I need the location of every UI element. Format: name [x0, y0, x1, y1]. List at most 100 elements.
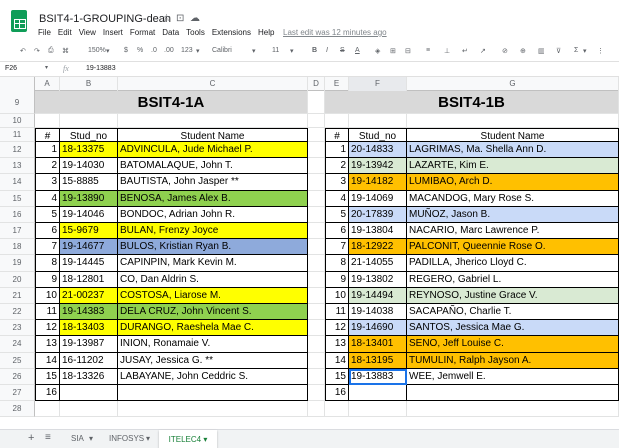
student-number[interactable]: 19-13942: [349, 158, 407, 175]
menu-data[interactable]: Data: [162, 28, 179, 37]
student-name[interactable]: DURANGO, Raeshela Mae C.: [118, 320, 308, 337]
cell[interactable]: [308, 271, 325, 288]
row-number[interactable]: 13: [325, 336, 349, 353]
menu-tools[interactable]: Tools: [186, 28, 205, 37]
student-number[interactable]: 15-9679: [60, 223, 118, 240]
select-all-corner[interactable]: [0, 77, 35, 91]
student-number[interactable]: 19-13802: [349, 271, 407, 288]
student-number[interactable]: 19-14030: [60, 158, 118, 175]
cell[interactable]: [308, 223, 325, 240]
student-name[interactable]: CO, Dan Aldrin S.: [118, 271, 308, 288]
student-name[interactable]: [407, 401, 619, 418]
bold-button[interactable]: B: [312, 47, 317, 54]
student-number[interactable]: 18-13403: [60, 320, 118, 337]
student-number[interactable]: 18-13401: [349, 336, 407, 353]
row-number[interactable]: 7: [325, 239, 349, 256]
student-number[interactable]: 16-11202: [60, 352, 118, 369]
student-name[interactable]: [407, 385, 619, 402]
row-number[interactable]: 10: [325, 287, 349, 304]
cell[interactable]: [308, 114, 325, 128]
font-select[interactable]: Calibri: [212, 47, 232, 54]
filter-icon[interactable]: ⊽: [556, 47, 561, 55]
student-name[interactable]: REYNOSO, Justine Grace V.: [407, 287, 619, 304]
row-number[interactable]: [325, 401, 349, 418]
student-name[interactable]: BENOSA, James Alex B.: [118, 190, 308, 207]
student-name[interactable]: LABAYANE, John Ceddric S.: [118, 368, 308, 385]
row-number[interactable]: 2: [325, 158, 349, 175]
student-name[interactable]: LAGRIMAS, Ma. Shella Ann D.: [407, 142, 619, 159]
sheets-logo-icon[interactable]: [11, 10, 27, 32]
sheet-tab-infosys[interactable]: INFOSYS: [109, 434, 144, 443]
cell[interactable]: [308, 239, 325, 256]
row-number[interactable]: 14: [325, 352, 349, 369]
row-number[interactable]: 3: [35, 174, 60, 191]
menu-help[interactable]: Help: [258, 28, 274, 37]
student-name[interactable]: SACAPAÑO, Charlie T.: [407, 304, 619, 321]
row-number[interactable]: 11: [325, 304, 349, 321]
sheet-tab-sia[interactable]: SIA: [71, 434, 84, 443]
undo-icon[interactable]: ↶: [20, 47, 26, 55]
student-name[interactable]: MACANDOG, Mary Rose S.: [407, 190, 619, 207]
row-number[interactable]: 9: [325, 271, 349, 288]
row-number[interactable]: [35, 401, 60, 418]
cell[interactable]: [308, 91, 325, 114]
student-name[interactable]: WEE, Jemwell E.: [407, 368, 619, 385]
student-number[interactable]: 19-14069: [349, 190, 407, 207]
row-header[interactable]: 21: [0, 287, 35, 304]
student-number[interactable]: [349, 401, 407, 418]
cell[interactable]: [325, 114, 349, 128]
fill-color-icon[interactable]: ◈: [375, 47, 380, 55]
student-number[interactable]: 19-14182: [349, 174, 407, 191]
italic-button[interactable]: I: [326, 47, 328, 54]
row-number[interactable]: 10: [35, 287, 60, 304]
student-name[interactable]: PADILLA, Jherico Lloyd C.: [407, 255, 619, 272]
row-header[interactable]: 12: [0, 142, 35, 159]
student-name[interactable]: BULAN, Frenzy Joyce: [118, 223, 308, 240]
row-header[interactable]: 16: [0, 206, 35, 223]
table-header[interactable]: #: [325, 128, 349, 142]
chart-icon[interactable]: ▥: [538, 47, 545, 55]
table-header[interactable]: #: [35, 128, 60, 142]
row-header[interactable]: 13: [0, 158, 35, 175]
student-name[interactable]: [118, 385, 308, 402]
increase-decimal-button[interactable]: .00: [164, 47, 174, 54]
student-name[interactable]: ADVINCULA, Jude Michael P.: [118, 142, 308, 159]
student-number[interactable]: [60, 401, 118, 418]
row-header[interactable]: 27: [0, 385, 35, 402]
chevron-down-icon[interactable]: ▾: [45, 64, 48, 71]
menu-format[interactable]: Format: [130, 28, 155, 37]
row-number[interactable]: 8: [35, 255, 60, 272]
cell[interactable]: [60, 114, 118, 128]
column-header-c[interactable]: C: [118, 77, 308, 91]
student-name[interactable]: LUMIBAO, Arch D.: [407, 174, 619, 191]
cell[interactable]: [35, 114, 60, 128]
row-header[interactable]: 24: [0, 336, 35, 353]
row-number[interactable]: 1: [35, 142, 60, 159]
row-header[interactable]: 14: [0, 174, 35, 191]
student-number[interactable]: 19-14690: [349, 320, 407, 337]
font-size-select[interactable]: 11: [272, 47, 279, 54]
student-name[interactable]: SENO, Jeff Louise C.: [407, 336, 619, 353]
link-icon[interactable]: ⊘: [502, 47, 508, 55]
row-number[interactable]: 16: [35, 385, 60, 402]
row-number[interactable]: 4: [35, 190, 60, 207]
row-header[interactable]: 10: [0, 114, 35, 128]
row-number[interactable]: 6: [35, 223, 60, 240]
document-title[interactable]: BSIT4-1-GROUPING-dean: [39, 13, 171, 25]
cell[interactable]: [349, 114, 407, 128]
paint-format-icon[interactable]: ⌘: [62, 47, 69, 55]
menu-extensions[interactable]: Extensions: [212, 28, 251, 37]
row-header[interactable]: 25: [0, 352, 35, 369]
row-number[interactable]: 14: [35, 352, 60, 369]
add-sheet-icon[interactable]: +: [28, 432, 34, 444]
student-number[interactable]: 19-14038: [349, 304, 407, 321]
row-number[interactable]: 7: [35, 239, 60, 256]
student-name[interactable]: INION, Ronamaie V.: [118, 336, 308, 353]
cell[interactable]: [308, 352, 325, 369]
all-sheets-icon[interactable]: ≡: [45, 432, 51, 443]
student-name[interactable]: REGERO, Gabriel L.: [407, 271, 619, 288]
row-number[interactable]: 15: [325, 368, 349, 385]
cell[interactable]: [308, 304, 325, 321]
student-number[interactable]: [60, 385, 118, 402]
table-header[interactable]: Stud_no: [349, 128, 407, 142]
